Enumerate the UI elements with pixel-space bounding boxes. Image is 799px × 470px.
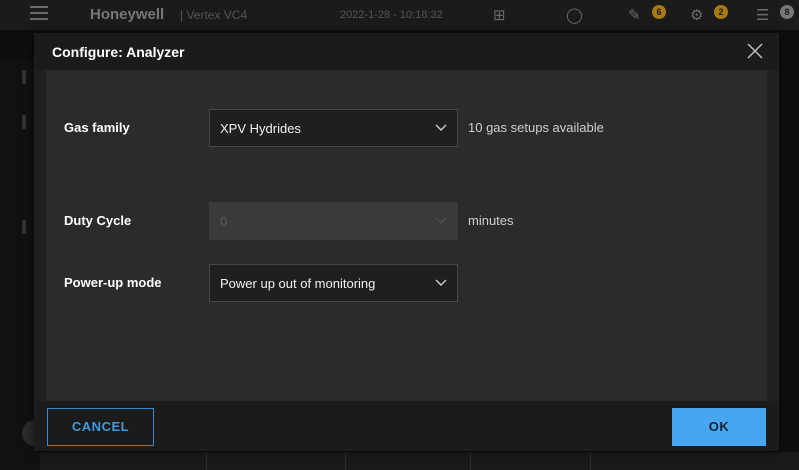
dialog-body: Gas family XPV Hydrides 10 gas setups av… [46,70,767,401]
duty-cycle-value: 0 [220,214,228,229]
bottom-tab-divider [345,452,346,470]
app-top-bar: Honeywell | Vertex VC4 2022-1-28 - 10:18… [0,0,799,30]
duty-cycle-label: Duty Cycle [64,213,132,228]
gas-setups-count: 10 gas setups available [468,120,604,135]
dialog-header: Configure: Analyzer [34,33,779,70]
maintenance-badge: 6 [652,5,666,19]
side-marker [22,220,26,234]
network-icon: ⊞ [493,7,506,24]
duty-cycle-unit: minutes [468,213,514,228]
bottom-tab-divider [206,452,207,470]
side-marker [22,115,26,129]
hamburger-menu-icon [30,6,48,20]
close-icon [747,43,763,59]
settings-badge: 2 [714,5,728,19]
bell-icon: ◯ [566,7,583,24]
list-badge: 8 [780,5,794,19]
power-up-mode-row: Power-up mode Power up out of monitoring [46,264,767,302]
chevron-down-icon [435,279,447,286]
bottom-tab-divider [470,452,471,470]
gas-family-label: Gas family [64,120,130,135]
duty-cycle-select: 0 [209,202,458,240]
gas-family-value: XPV Hydrides [220,121,301,136]
cancel-button[interactable]: CANCEL [47,408,154,446]
ok-button[interactable]: OK [672,408,766,446]
product-name: | Vertex VC4 [180,8,248,22]
dialog-title: Configure: Analyzer [52,44,185,60]
list-icon: ☰ [756,7,770,24]
configure-analyzer-dialog: Configure: Analyzer Gas family XPV Hydri… [34,33,779,451]
brand-logo: Honeywell [90,6,165,23]
gas-family-select[interactable]: XPV Hydrides [209,109,458,147]
close-button[interactable] [743,39,767,63]
bottom-tab-divider [590,452,591,470]
duty-cycle-row: Duty Cycle 0 minutes [46,202,767,240]
gas-family-row: Gas family XPV Hydrides 10 gas setups av… [46,109,767,147]
power-up-mode-select[interactable]: Power up out of monitoring [209,264,458,302]
wrench-icon: ✎ [628,7,641,24]
chevron-down-icon [435,124,447,131]
dialog-footer: CANCEL OK [34,401,779,451]
datetime-readout: 2022-1-28 - 10:18:32 [340,9,443,21]
app-bottom-bar [40,452,799,470]
chevron-down-icon [435,217,447,224]
power-up-mode-value: Power up out of monitoring [220,276,376,291]
power-up-mode-label: Power-up mode [64,275,162,290]
gear-icon: ⚙ [690,7,704,24]
side-marker [22,70,26,84]
